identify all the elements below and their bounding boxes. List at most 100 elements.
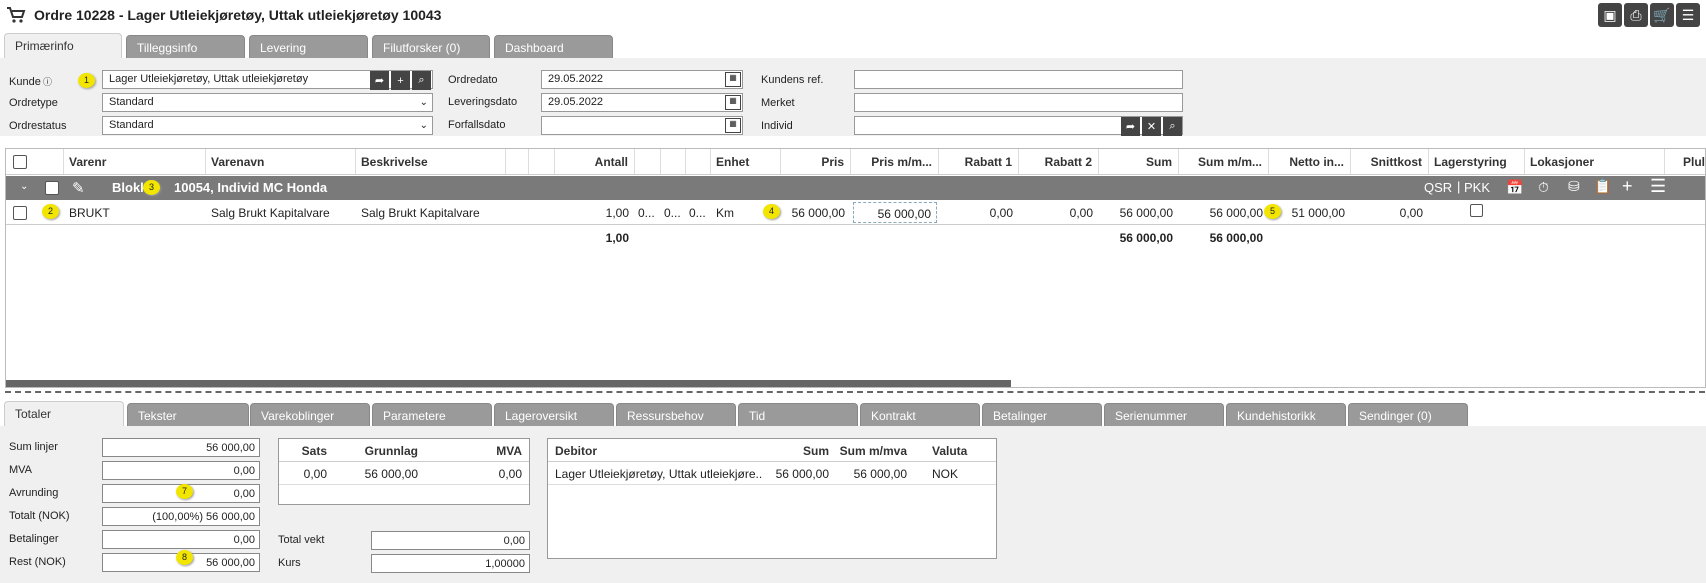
col-lagerstyring[interactable]: Lagerstyring [1429,149,1525,174]
tab-kontrakt[interactable]: Kontrakt [860,403,980,427]
col-rabatt2[interactable]: Rabatt 2 [1019,149,1099,174]
cell-varenr[interactable]: BRUKT [69,206,110,220]
grid-header: Varenr Varenavn Beskrivelse Antall Enhet… [6,149,1705,175]
save-icon: ▣ [1603,6,1617,23]
col-plul[interactable]: Plul [1678,149,1705,174]
add-icon[interactable]: + [391,71,410,90]
cell-varenavn[interactable]: Salg Brukt Kapitalvare [211,206,330,220]
pkk-action[interactable]: PKK [1464,180,1490,195]
col-varenavn[interactable]: Varenavn [206,149,356,174]
goto-arrow-icon[interactable]: ➦ [370,71,389,90]
merket-field[interactable] [854,93,1183,112]
calendar-icon[interactable]: ▦ [725,72,741,87]
col-pris-mva[interactable]: Pris m/m... [851,149,939,174]
tab-totaler[interactable]: Totaler [4,401,124,427]
cell-c2[interactable]: 0... [664,206,681,220]
tab-ressursbehov[interactable]: Ressursbehov [616,403,736,427]
col-varenr[interactable]: Varenr [64,149,206,174]
col-lokasjoner[interactable]: Lokasjoner [1525,149,1665,174]
row-checkbox[interactable] [13,206,27,220]
clear-icon[interactable]: ✕ [1142,117,1161,136]
kundens-ref-field[interactable] [854,70,1183,89]
col-netto[interactable]: Netto in... [1269,149,1351,174]
lagerstyring-checkbox[interactable] [1470,204,1483,217]
cell-pris-mva-focus[interactable]: 56 000,00 [853,202,937,223]
kunde-label: Kunde [9,76,41,88]
table-row[interactable]: 2 BRUKT Salg Brukt Kapitalvare Salg Bruk… [6,201,1705,225]
col-rabatt1[interactable]: Rabatt 1 [939,149,1019,174]
totaler-panel: Sum linjer 56 000,00 MVA 0,00 Avrunding … [0,426,1706,583]
cell-c3[interactable]: 0... [689,206,706,220]
chevron-down-icon: ⌄ [419,120,428,131]
tab-tilleggsinfo[interactable]: Tilleggsinfo [126,35,245,59]
menu-button[interactable]: ☰ [1676,3,1700,27]
cell-rabatt2[interactable]: 0,00 [1019,206,1093,220]
cell-c1[interactable]: 0... [638,206,655,220]
select-all-checkbox[interactable] [13,155,27,169]
col-antall[interactable]: Antall [555,149,635,174]
menu-icon[interactable]: ☰ [1650,176,1666,197]
cart-icon [7,7,26,23]
col-beskrivelse[interactable]: Beskrivelse [356,149,506,174]
edit-pencil-icon[interactable]: ✎ [72,179,85,197]
ordredato-label: Ordredato [448,74,498,86]
tab-betalinger[interactable]: Betalinger [982,403,1102,427]
col-pris[interactable]: Pris [781,149,851,174]
cell-beskrivelse[interactable]: Salg Brukt Kapitalvare [361,206,480,220]
cell-antall[interactable]: 1,00 [555,206,629,220]
ordrestatus-select[interactable]: Standard ⌄ [102,116,433,135]
calendar-icon[interactable]: ▦ [725,95,741,110]
debitor-table: Debitor Sum Sum m/mva Valuta Lager Utlei… [547,438,997,559]
rest-label: Rest (NOK) [9,556,66,568]
ordretype-select[interactable]: Standard ⌄ [102,93,433,112]
chevron-down-icon: ⌄ [419,97,428,108]
tab-serienummer[interactable]: Serienummer [1104,403,1224,427]
save-button[interactable]: ▣ [1598,3,1622,27]
table-row[interactable]: Lager Utleiekjøretøy, Uttak utleiekjøre.… [548,463,996,485]
cell-sum-mva[interactable]: 56 000,00 [1179,206,1263,220]
tab-dashboard[interactable]: Dashboard [494,35,613,59]
cell-netto[interactable]: 51 000,00 [1269,206,1345,220]
tab-varekoblinger[interactable]: Varekoblinger [250,403,370,427]
cell-pris[interactable]: 56 000,00 [781,206,845,220]
calendar-add-icon[interactable]: 📅 [1506,179,1523,196]
clipboard-icon[interactable]: 📋 [1594,178,1611,195]
cart-button[interactable]: 🛒 [1650,3,1674,27]
cell-enhet[interactable]: Km [716,206,734,220]
tab-kundehistorikk[interactable]: Kundehistorikk [1226,403,1346,427]
stopwatch-icon[interactable]: ⏱ [1538,179,1549,196]
col-sum-mva[interactable]: Sum m/m... [1179,149,1269,174]
tab-tid[interactable]: Tid [738,403,858,427]
horizontal-scrollbar[interactable] [6,380,1011,387]
qsr-action[interactable]: QSR [1424,180,1452,195]
search-icon[interactable]: ⌕ [1163,117,1182,136]
block-checkbox[interactable] [45,181,59,195]
add-icon[interactable]: + [1622,176,1633,197]
ordredato-field[interactable]: 29.05.2022 ▦ [541,70,743,89]
calendar-icon[interactable]: ▦ [725,118,741,133]
splitter[interactable] [5,391,1705,393]
tab-sendinger[interactable]: Sendinger (0) [1348,403,1468,427]
tab-filutforsker[interactable]: Filutforsker (0) [372,35,490,59]
tab-levering[interactable]: Levering [249,35,368,59]
boxes-icon[interactable]: ⛁ [1568,178,1580,195]
tab-tekster[interactable]: Tekster [127,403,249,427]
leveringsdato-field[interactable]: 29.05.2022 ▦ [541,93,743,112]
col-snittkost[interactable]: Snittkost [1351,149,1429,174]
ordretype-label: Ordretype [9,97,58,109]
cell-sum[interactable]: 56 000,00 [1099,206,1173,220]
forfallsdato-field[interactable]: ▦ [541,116,743,135]
totals-row: 1,00 56 000,00 56 000,00 [6,226,1705,250]
col-sum[interactable]: Sum [1099,149,1179,174]
tab-primaerinfo[interactable]: Primærinfo [4,33,122,59]
goto-arrow-icon[interactable]: ➦ [1121,117,1140,136]
search-icon[interactable]: ⌕ [412,71,431,90]
col-enhet[interactable]: Enhet [711,149,781,174]
cell-rabatt1[interactable]: 0,00 [939,206,1013,220]
avrunding-label: Avrunding [9,487,59,499]
print-button[interactable]: ⎙ [1624,3,1648,27]
tab-parametere[interactable]: Parametere [372,403,492,427]
collapse-chevron-icon[interactable]: ⌄ [20,181,28,192]
cell-snittkost[interactable]: 0,00 [1351,206,1423,220]
tab-lageroversikt[interactable]: Lageroversikt [494,403,614,427]
